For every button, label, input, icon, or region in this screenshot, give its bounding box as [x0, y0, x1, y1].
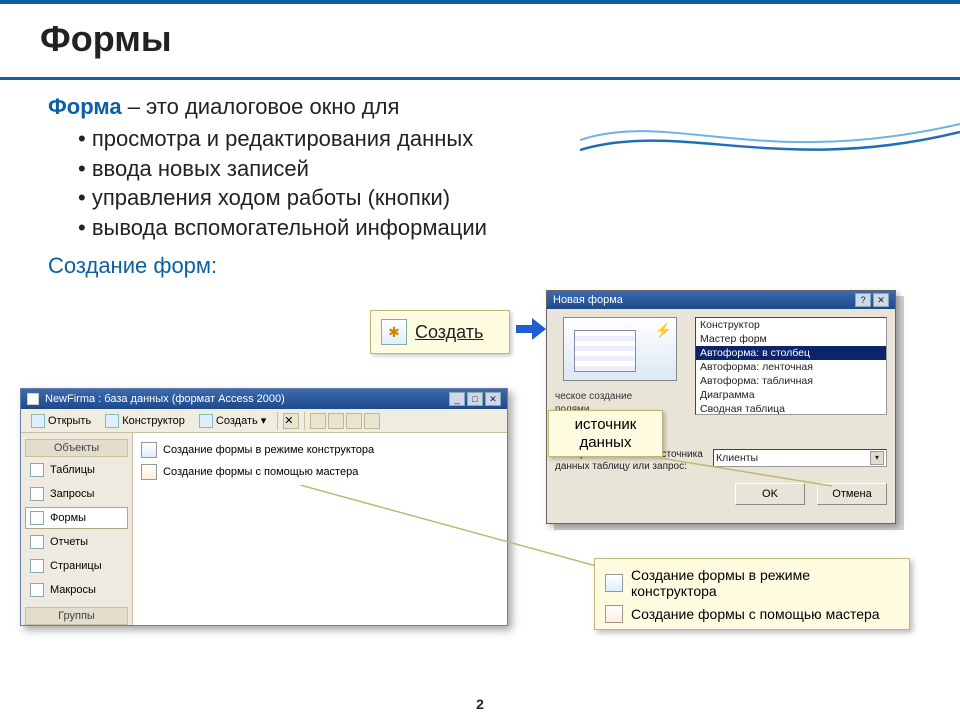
separator: [304, 412, 305, 430]
db-toolbar: Открыть Конструктор Создать ▾ ✕: [21, 409, 507, 433]
open-button[interactable]: Открыть: [25, 412, 97, 430]
macro-icon: [30, 583, 44, 597]
view-list-icon[interactable]: [346, 413, 362, 429]
view-small-icon[interactable]: [328, 413, 344, 429]
form-design-icon: [605, 574, 623, 592]
list-item: Создание формы в режиме конструктора: [605, 567, 899, 599]
cancel-button[interactable]: Отмена: [817, 483, 887, 505]
design-icon: [105, 414, 119, 428]
sidebar-item-queries[interactable]: Запросы: [25, 483, 128, 505]
query-icon: [30, 487, 44, 501]
sidebar-footer: Группы: [25, 607, 128, 625]
dialog-title: Новая форма: [553, 294, 623, 306]
option-autoform-table[interactable]: Автоформа: табличная: [696, 374, 886, 388]
create-button-callout[interactable]: ✱ Создать: [370, 310, 510, 354]
delete-icon[interactable]: ✕: [283, 413, 299, 429]
option-autoform-column[interactable]: Автоформа: в столбец: [696, 346, 886, 360]
bullet-item: ввода новых записей: [78, 154, 960, 184]
create-button-label: Создать: [415, 322, 483, 343]
db-sidebar: Объекты Таблицы Запросы Формы Отчеты Стр…: [21, 433, 133, 625]
sidebar-header: Объекты: [25, 439, 128, 457]
content-area: Форма – это диалоговое окно для просмотр…: [0, 80, 960, 279]
list-item[interactable]: Создание формы с помощью мастера: [139, 461, 501, 483]
form-wizard-icon: [605, 605, 623, 623]
sidebar-item-pages[interactable]: Страницы: [25, 555, 128, 577]
separator: [277, 412, 278, 430]
sidebar-item-macros[interactable]: Макросы: [25, 579, 128, 601]
dialog-preview-image: [563, 317, 677, 381]
slide-title: Формы: [40, 18, 172, 60]
db-window-title: NewFirma : база данных (формат Access 20…: [45, 393, 285, 405]
new-icon: [199, 414, 213, 428]
option-pivot[interactable]: Сводная таблица: [696, 402, 886, 415]
new-form-dialog: Новая форма ? ✕ ческое создание полями, …: [546, 290, 896, 524]
ok-button[interactable]: OK: [735, 483, 805, 505]
database-window: NewFirma : база данных (формат Access 20…: [20, 388, 508, 626]
list-item[interactable]: Создание формы в режиме конструктора: [139, 439, 501, 461]
maximize-icon[interactable]: □: [467, 392, 483, 406]
bullet-item: вывода вспомогательной информации: [78, 213, 960, 243]
sidebar-item-forms[interactable]: Формы: [25, 507, 128, 529]
page-icon: [30, 559, 44, 573]
data-source-callout: источник данных: [548, 410, 663, 457]
close-icon[interactable]: ✕: [485, 392, 501, 406]
form-design-icon: [141, 442, 157, 458]
close-icon[interactable]: ✕: [873, 293, 889, 307]
form-icon: [30, 511, 44, 525]
design-button[interactable]: Конструктор: [99, 412, 191, 430]
bullet-item: управления ходом работы (кнопки): [78, 183, 960, 213]
definition-word: Форма: [48, 94, 122, 119]
db-main-panel: Создание формы в режиме конструктора Соз…: [133, 433, 507, 625]
form-type-list[interactable]: Конструктор Мастер форм Автоформа: в сто…: [695, 317, 887, 415]
definition-rest: – это диалоговое окно для: [122, 94, 400, 119]
new-button[interactable]: Создать ▾: [193, 412, 272, 430]
db-icon: [27, 393, 39, 405]
arrow-icon: [516, 318, 546, 340]
view-large-icon[interactable]: [310, 413, 326, 429]
slide-title-bar: Формы: [0, 0, 960, 80]
bullet-list: просмотра и редактирования данных ввода …: [78, 124, 960, 243]
minimize-icon[interactable]: _: [449, 392, 465, 406]
sidebar-item-tables[interactable]: Таблицы: [25, 459, 128, 481]
option-autoform-ribbon[interactable]: Автоформа: ленточная: [696, 360, 886, 374]
page-number: 2: [0, 696, 960, 712]
db-window-titlebar: NewFirma : база данных (формат Access 20…: [21, 389, 507, 409]
open-icon: [31, 414, 45, 428]
source-combobox[interactable]: Клиенты ▾: [713, 449, 887, 467]
definition-line: Форма – это диалоговое окно для: [48, 94, 960, 120]
bullet-item: просмотра и редактирования данных: [78, 124, 960, 154]
chevron-down-icon[interactable]: ▾: [870, 451, 884, 465]
form-wizard-icon: [141, 464, 157, 480]
report-icon: [30, 535, 44, 549]
dialog-titlebar: Новая форма ? ✕: [547, 291, 895, 309]
option-constructor[interactable]: Конструктор: [696, 318, 886, 332]
option-wizard[interactable]: Мастер форм: [696, 332, 886, 346]
list-item: Создание формы с помощью мастера: [605, 605, 899, 623]
combo-value: Клиенты: [716, 452, 758, 464]
subheading: Создание форм:: [48, 253, 960, 279]
zoom-callout: Создание формы в режиме конструктора Соз…: [594, 558, 910, 630]
help-icon[interactable]: ?: [855, 293, 871, 307]
table-icon: [30, 463, 44, 477]
view-details-icon[interactable]: [364, 413, 380, 429]
sidebar-item-reports[interactable]: Отчеты: [25, 531, 128, 553]
option-chart[interactable]: Диаграмма: [696, 388, 886, 402]
new-form-icon: ✱: [381, 319, 407, 345]
